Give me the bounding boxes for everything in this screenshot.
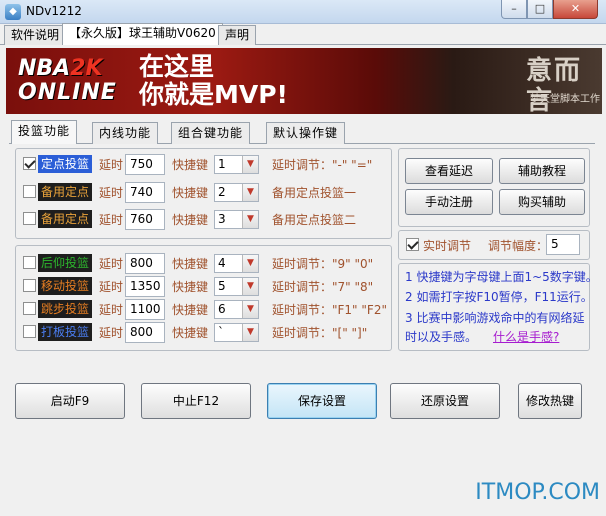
info-line-2: 2 如需打字按F10暂停，F11运行。 xyxy=(405,290,593,304)
hotkey-select-stepback-shot[interactable]: 6 ▼ xyxy=(214,300,259,319)
delay-label: 延时 xyxy=(99,326,124,340)
chevron-down-icon: ▼ xyxy=(242,324,258,341)
checkbox-backup-fixed-1[interactable] xyxy=(23,185,36,198)
chevron-down-icon: ▼ xyxy=(242,156,258,173)
delay-input-bank-shot[interactable]: 800 xyxy=(125,322,165,343)
note-bank-shot: 延时调节："[" "]" xyxy=(272,326,368,340)
info-line-1: 1 快捷键为字母键上面1~5数字键。 xyxy=(405,270,598,284)
hotkey-label: 快捷键 xyxy=(172,280,209,294)
adjust-range-label: 调节幅度： xyxy=(488,239,549,253)
delay-label: 延时 xyxy=(99,213,124,227)
note-fixed-shot: 延时调节："-" "=" xyxy=(272,158,373,172)
delay-label: 延时 xyxy=(99,158,124,172)
checkbox-fixed-shot[interactable] xyxy=(23,157,36,170)
tutorial-button[interactable]: 辅助教程 xyxy=(499,158,585,184)
hotkey-select-bank-shot[interactable]: ` ▼ xyxy=(214,323,259,342)
note-backup-fixed-2: 备用定点投篮二 xyxy=(272,213,357,227)
delay-label: 延时 xyxy=(99,257,124,271)
stop-button[interactable]: 中止F12 xyxy=(141,383,251,419)
label-fixed-shot: 定点投篮 xyxy=(38,155,93,173)
hotkey-label: 快捷键 xyxy=(172,186,209,200)
label-moving-shot: 移动投篮 xyxy=(38,277,93,295)
chevron-down-icon: ▼ xyxy=(242,211,258,228)
label-backup-fixed-2: 备用定点 xyxy=(38,210,93,228)
note-stepback-shot: 延时调节："F1" "F2" xyxy=(272,303,387,317)
delay-input-backup-fixed-1[interactable]: 740 xyxy=(125,182,165,203)
chevron-down-icon: ▼ xyxy=(242,301,258,318)
buy-button[interactable]: 购买辅助 xyxy=(499,189,585,215)
restore-settings-button[interactable]: 还原设置 xyxy=(390,383,500,419)
delay-input-stepback-shot[interactable]: 1100 xyxy=(125,299,165,320)
note-backup-fixed-1: 备用定点投篮一 xyxy=(272,186,357,200)
manual-register-button[interactable]: 手动注册 xyxy=(405,189,493,215)
delay-label: 延时 xyxy=(99,186,124,200)
banner: NBA2K ONLINE 在这里 你就是MVP! 意而言 梦天堂脚本工作 xyxy=(6,48,602,114)
delay-input-fadeaway-shot[interactable]: 800 xyxy=(125,253,165,274)
studio-name: 梦天堂脚本工作 xyxy=(530,94,600,105)
tab-shooting[interactable]: 投篮功能 xyxy=(11,120,78,144)
hotkey-select-fadeaway-shot[interactable]: 4 ▼ xyxy=(214,254,259,273)
note-moving-shot: 延时调节："7" "8" xyxy=(272,280,374,294)
note-fadeaway-shot: 延时调节："9" "0" xyxy=(272,257,374,271)
minimize-button[interactable]: – xyxy=(501,0,527,19)
tab-permanent-edition[interactable]: 【永久版】球王辅助V0620 xyxy=(62,23,223,45)
info-line-4: 时以及手感。 xyxy=(405,330,478,344)
hotkey-label: 快捷键 xyxy=(172,213,209,227)
adjust-range-input[interactable]: 5 xyxy=(546,234,580,255)
tab-inside[interactable]: 内线功能 xyxy=(92,122,159,144)
hotkey-label: 快捷键 xyxy=(172,158,209,172)
tab-default-keys[interactable]: 默认操作键 xyxy=(266,122,346,144)
checkbox-backup-fixed-2[interactable] xyxy=(23,212,36,225)
label-fadeaway-shot: 后仰投篮 xyxy=(38,254,93,272)
hotkey-label: 快捷键 xyxy=(172,303,209,317)
checkbox-bank-shot[interactable] xyxy=(23,325,36,338)
checkbox-stepback-shot[interactable] xyxy=(23,302,36,315)
maximize-button[interactable]: □ xyxy=(527,0,553,19)
tab-combo-keys[interactable]: 组合键功能 xyxy=(171,122,251,144)
banner-slogan-line2: 你就是MVP! xyxy=(139,80,288,109)
watermark: ITMOP.COM xyxy=(475,480,600,505)
app-icon: ◆ xyxy=(5,4,21,20)
label-backup-fixed-1: 备用定点 xyxy=(38,183,93,201)
chevron-down-icon: ▼ xyxy=(242,255,258,272)
delay-label: 延时 xyxy=(99,303,124,317)
info-line-3: 3 比赛中影响游戏命中的有网络延 xyxy=(405,311,585,325)
hotkey-select-backup-fixed-2[interactable]: 3 ▼ xyxy=(214,210,259,229)
feel-help-link[interactable]: 什么是手感? xyxy=(493,328,559,346)
check-delay-button[interactable]: 查看延迟 xyxy=(405,158,493,184)
nba-logo: NBA2K xyxy=(18,56,103,81)
tab-statement[interactable]: 声明 xyxy=(218,25,257,45)
label-stepback-shot: 跳步投篮 xyxy=(38,300,93,318)
window-title: NDv1212 xyxy=(26,4,82,18)
banner-slogan-line1: 在这里 xyxy=(139,52,215,81)
hotkey-select-backup-fixed-1[interactable]: 2 ▼ xyxy=(214,183,259,202)
hotkey-label: 快捷键 xyxy=(172,257,209,271)
studio-logo: 意而言 xyxy=(526,56,583,114)
online-logo: ONLINE xyxy=(18,80,117,105)
delay-input-backup-fixed-2[interactable]: 760 xyxy=(125,209,165,230)
start-button[interactable]: 启动F9 xyxy=(15,383,125,419)
save-settings-button[interactable]: 保存设置 xyxy=(267,383,377,419)
checkbox-fadeaway-shot[interactable] xyxy=(23,256,36,269)
tab-software-info[interactable]: 软件说明 xyxy=(4,25,67,45)
checkbox-moving-shot[interactable] xyxy=(23,279,36,292)
realtime-adjust-label: 实时调节 xyxy=(423,239,472,253)
close-button[interactable]: ✕ xyxy=(553,0,598,19)
delay-input-fixed-shot[interactable]: 750 xyxy=(125,154,165,175)
hotkey-select-moving-shot[interactable]: 5 ▼ xyxy=(214,277,259,296)
modify-hotkey-button[interactable]: 修改热键 xyxy=(518,383,582,419)
hotkey-label: 快捷键 xyxy=(172,326,209,340)
chevron-down-icon: ▼ xyxy=(242,278,258,295)
delay-label: 延时 xyxy=(99,280,124,294)
hotkey-select-fixed-shot[interactable]: 1 ▼ xyxy=(214,155,259,174)
chevron-down-icon: ▼ xyxy=(242,184,258,201)
label-bank-shot: 打板投篮 xyxy=(38,323,93,341)
checkbox-realtime-adjust[interactable] xyxy=(406,238,419,251)
delay-input-moving-shot[interactable]: 1350 xyxy=(125,276,165,297)
